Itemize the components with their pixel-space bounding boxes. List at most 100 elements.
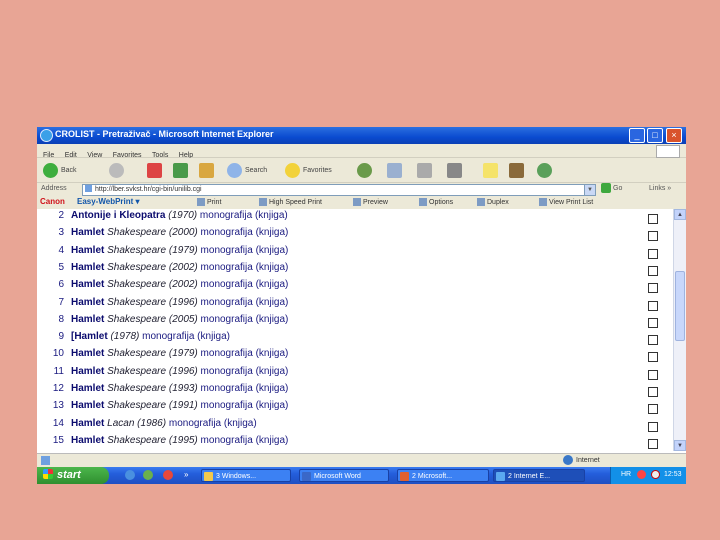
result-checkbox[interactable] xyxy=(648,300,658,311)
result-title-link[interactable]: Hamlet xyxy=(71,245,104,256)
easy-webprint-menu[interactable]: Easy-WebPrint ▾ xyxy=(77,197,140,206)
list-item: 3 Hamlet Shakespeare (2000) monografija (… xyxy=(37,227,673,244)
scroll-down-icon[interactable]: ▼ xyxy=(674,440,686,451)
task-internet-explorer[interactable]: 2 Internet E... xyxy=(493,469,585,482)
result-title-link[interactable]: Hamlet xyxy=(71,348,104,359)
result-checkbox[interactable] xyxy=(648,248,658,259)
results-list: 2 Antonije i Kleopatra (1970) monografija… xyxy=(37,209,673,451)
result-title-link[interactable]: Hamlet xyxy=(71,435,104,446)
address-dropdown-icon[interactable]: ▼ xyxy=(584,184,596,196)
result-type: monografija (knjiga) xyxy=(199,210,288,221)
print-icon xyxy=(197,198,205,206)
quicklaunch-media-icon[interactable] xyxy=(163,470,173,480)
result-checkbox[interactable] xyxy=(648,404,658,415)
taskbar: start » 3 Windows... Microsoft Word 2 Mi… xyxy=(37,467,686,484)
result-checkbox[interactable] xyxy=(648,283,658,294)
history-button[interactable] xyxy=(357,161,372,179)
list-item: 12 Hamlet Shakespeare (1993) monografija … xyxy=(37,383,673,400)
forward-arrow-icon xyxy=(109,162,124,178)
result-checkbox[interactable] xyxy=(648,317,658,328)
mail-button[interactable] xyxy=(387,161,402,179)
result-title-link[interactable]: Hamlet xyxy=(71,366,104,377)
language-indicator[interactable]: HR xyxy=(621,471,631,478)
search-button[interactable]: Search xyxy=(227,161,267,179)
result-title-link[interactable]: [Hamlet xyxy=(71,331,108,342)
task-label-ie: 2 Internet E... xyxy=(508,473,551,480)
result-checkbox[interactable] xyxy=(648,335,658,346)
quicklaunch-desktop-icon[interactable] xyxy=(143,470,153,480)
vertical-scrollbar[interactable]: ▲ ▼ xyxy=(673,209,686,451)
edit-button[interactable] xyxy=(447,161,462,179)
home-button[interactable] xyxy=(199,161,214,179)
research-button[interactable] xyxy=(509,161,524,179)
tray-app-icon[interactable] xyxy=(651,470,660,479)
result-number: 8 xyxy=(58,313,64,325)
result-type: monografija (knjiga) xyxy=(200,348,289,360)
result-checkbox[interactable] xyxy=(648,352,658,363)
high-speed-print-icon xyxy=(259,198,267,206)
canon-print-button[interactable]: Print xyxy=(197,198,221,206)
canon-high-speed-button[interactable]: High Speed Print xyxy=(259,198,322,206)
result-number: 3 xyxy=(58,227,64,239)
messenger-button[interactable] xyxy=(537,161,552,179)
canon-duplex-button[interactable]: Duplex xyxy=(477,198,509,206)
refresh-button[interactable] xyxy=(173,161,188,179)
result-author: Lacan xyxy=(107,417,135,429)
print-button[interactable] xyxy=(417,161,432,179)
antivirus-icon[interactable] xyxy=(637,470,646,479)
favorites-button[interactable]: Favorites xyxy=(285,161,332,179)
result-checkbox[interactable] xyxy=(648,214,658,224)
result-title-link[interactable]: Hamlet xyxy=(71,227,104,238)
links-button[interactable]: Links » xyxy=(649,185,671,192)
result-title-link[interactable]: Hamlet xyxy=(71,297,104,308)
back-button[interactable]: Back xyxy=(43,161,77,179)
address-input[interactable]: http://lber.svkst.hr/cgi-bin/unilib.cgi xyxy=(82,184,596,196)
status-bar: Internet xyxy=(37,453,686,467)
canon-options-button[interactable]: Options xyxy=(419,198,453,206)
scroll-thumb[interactable] xyxy=(675,271,685,341)
result-text: Hamlet Shakespeare (1979) monografija (k… xyxy=(71,348,288,359)
start-button[interactable]: start xyxy=(37,467,109,484)
result-checkbox[interactable] xyxy=(648,265,658,276)
stop-button[interactable] xyxy=(147,161,162,179)
task-label-microsoft: 2 Microsoft... xyxy=(412,473,453,480)
ie-logo-icon xyxy=(40,129,53,142)
result-author: Shakespeare xyxy=(107,261,167,273)
security-zone: Internet xyxy=(563,455,600,465)
quicklaunch-ie-icon[interactable] xyxy=(125,470,135,480)
result-checkbox[interactable] xyxy=(648,369,658,380)
canon-print-label: Print xyxy=(207,198,222,206)
forward-button[interactable] xyxy=(109,161,124,179)
history-icon xyxy=(357,162,372,178)
close-button[interactable]: × xyxy=(666,128,682,143)
canon-view-print-list-button[interactable]: View Print List xyxy=(539,198,593,206)
result-checkbox[interactable] xyxy=(648,438,658,449)
result-type: monografija (knjiga) xyxy=(200,400,289,412)
result-title-link[interactable]: Hamlet xyxy=(71,418,104,429)
result-type: monografija (knjiga) xyxy=(200,279,289,291)
result-checkbox[interactable] xyxy=(648,421,658,432)
result-checkbox[interactable] xyxy=(648,387,658,397)
result-text: Hamlet Shakespeare (1979) monografija (k… xyxy=(71,245,288,256)
result-checkbox[interactable] xyxy=(648,231,658,242)
result-title-link[interactable]: Hamlet xyxy=(71,262,104,273)
result-title-link[interactable]: Hamlet xyxy=(71,383,104,394)
result-number: 15 xyxy=(52,434,64,446)
result-author: Shakespeare xyxy=(107,313,167,325)
canon-preview-button[interactable]: Preview xyxy=(353,198,388,206)
go-button[interactable]: Go xyxy=(601,183,622,193)
result-title-link[interactable]: Hamlet xyxy=(71,400,104,411)
result-title-link[interactable]: Hamlet xyxy=(71,279,104,290)
result-number: 6 xyxy=(58,279,64,291)
result-title-link[interactable]: Antonije i Kleopatra xyxy=(71,210,165,221)
minimize-button[interactable]: _ xyxy=(629,128,645,143)
task-microsoft-group[interactable]: 2 Microsoft... xyxy=(397,469,489,482)
result-title-link[interactable]: Hamlet xyxy=(71,314,104,325)
discuss-button[interactable] xyxy=(483,161,498,179)
scroll-up-icon[interactable]: ▲ xyxy=(674,209,686,220)
task-windows-explorer[interactable]: 3 Windows... xyxy=(201,469,291,482)
maximize-button[interactable]: □ xyxy=(647,128,663,143)
messenger-icon xyxy=(537,162,552,178)
task-microsoft-word[interactable]: Microsoft Word xyxy=(299,469,389,482)
quicklaunch-more[interactable]: » xyxy=(184,470,188,479)
